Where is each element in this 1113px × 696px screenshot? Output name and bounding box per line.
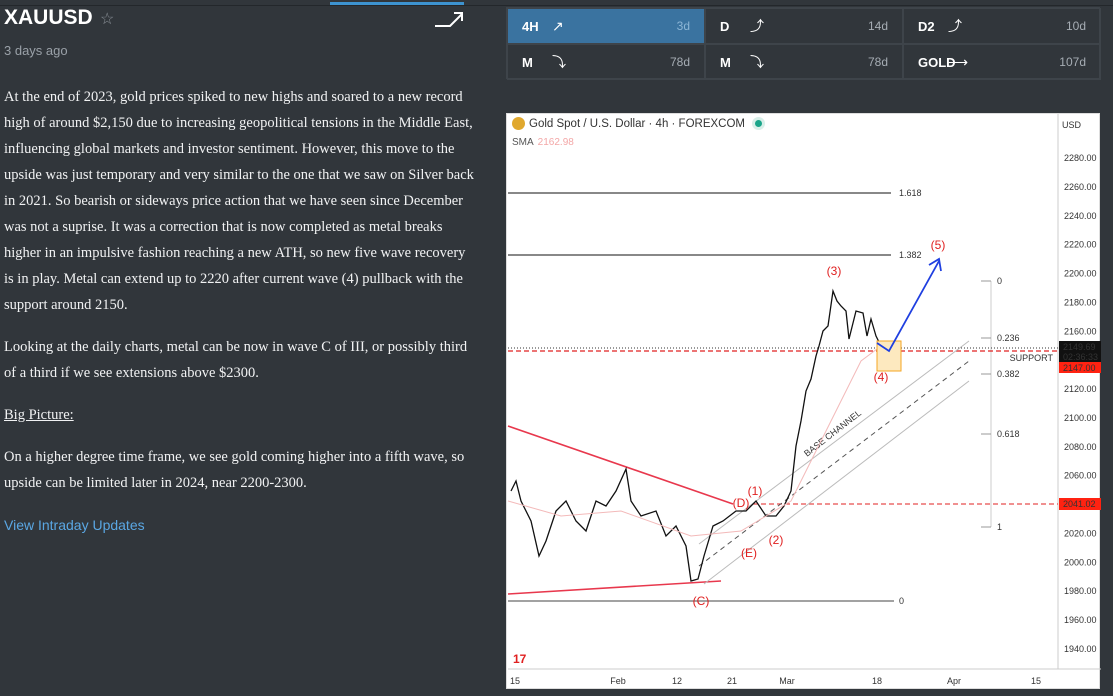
view-intraday-updates-link[interactable]: View Intraday Updates [4,517,145,533]
price-tick: 2020.00 [1064,528,1097,538]
trend-icon: ⤵ [750,54,764,70]
channel-label: BASE CHANNEL [802,408,863,459]
currency-label: USD [1061,120,1081,130]
star-icon[interactable]: ☆ [100,9,114,29]
fib-retracement-label: 0.382 [997,369,1020,379]
timeframe-label: 4H [522,18,539,34]
active-tab-indicator [330,2,464,5]
price-tick: 2200.00 [1064,269,1097,279]
time-tick: 12 [672,676,682,686]
price-tick: 2060.00 [1064,471,1097,481]
wave-label: (D) [733,496,750,510]
level-price: 2041.02 [1063,499,1096,509]
time-tick: 21 [727,676,737,686]
price-tick: 2220.00 [1064,240,1097,250]
time-tick: Apr [947,676,961,686]
timeframe-label: M [720,54,731,70]
support-price: 2147.00 [1063,363,1096,373]
trend-icon: ⤵ [552,54,566,70]
price-tick: 2120.00 [1064,384,1097,394]
fib-extension-label: 1.618 [899,188,922,198]
paragraph: On a higher degree time frame, we see go… [4,449,465,491]
timeframe-label: D2 [918,18,935,34]
wave-label: (3) [827,264,842,278]
timeframe-age: 3d [676,19,690,33]
timeframe-age: 78d [669,55,690,69]
channel-line [698,340,970,545]
top-divider [0,5,1113,6]
timeframe-m[interactable]: M ⤵ 78d [507,44,705,80]
fib-retracement-label: 1 [997,522,1002,532]
timeframe-gold[interactable]: GOLD ⟶ 107d [903,44,1101,80]
price-tick: 2280.00 [1064,153,1097,163]
time-tick: Mar [779,676,795,686]
fib-retracement-label: 0 [997,276,1002,286]
trendline [507,425,734,505]
fib-extension-label: 1.382 [899,250,922,260]
tradingview-logo: 17 [513,652,527,666]
timeframe-4h[interactable]: 4H ↗ 3d [507,8,705,44]
wave-label: (1) [748,484,763,498]
time-tick: 18 [872,676,882,686]
wave-label: (5) [931,238,946,252]
price-tick: 2100.00 [1064,413,1097,423]
sma-legend: SMA 2162.98 [512,137,574,148]
fib-retracement-label: 0.236 [997,333,1020,343]
wave-label: (4) [874,370,889,384]
fib-retracement-label: 0.618 [997,429,1020,439]
price-tick: 2160.00 [1064,326,1097,336]
time-tick: Feb [610,676,626,686]
wave-label: (2) [769,533,784,547]
price-tick: 1960.00 [1064,615,1097,625]
channel-mid-line [698,360,970,567]
section-heading: Big Picture: [4,407,74,423]
trend-icon: ⟶ [948,53,969,70]
timeframe-label: GOLD [918,54,956,70]
timeframe-age: 107d [1059,55,1086,69]
timeframe-age: 14d [867,19,888,33]
chart-header: Gold Spot / U.S. Dollar · 4h · FOREXCOM [512,117,763,130]
price-tick: 1980.00 [1064,586,1097,596]
projection-arrow [876,260,940,353]
price-tick: 2000.00 [1064,557,1097,567]
candle-countdown: 02:36:33 [1063,352,1098,362]
paragraph: Looking at the daily charts, metal can b… [4,339,468,381]
chart-canvas: 2280.00 2260.00 2240.00 2220.00 2200.00 2180.… [507,114,1101,686]
price-tick: 2240.00 [1064,211,1097,221]
price-tick: 2260.00 [1064,182,1097,192]
timeframe-label: D [720,18,730,34]
timeframe-label: M [522,54,533,70]
timeframe-d[interactable]: D ⤴ 14d [705,8,903,44]
trend-icon: ⤴ [750,18,764,34]
timeframe-m[interactable]: M ⤵ 78d [705,44,903,80]
time-tick: 15 [1031,676,1041,686]
price-tick: 2080.00 [1064,442,1097,452]
chart-title: Gold Spot / U.S. Dollar · 4h · FOREXCOM [529,117,746,130]
paragraph: At the end of 2023, gold prices spiked t… [4,89,474,313]
trend-up-arrow-icon[interactable] [434,10,464,28]
market-open-icon [755,120,763,127]
timeframe-age: 78d [867,55,888,69]
last-price: 2149.69 [1063,342,1096,352]
support-label: SUPPORT [1010,353,1054,363]
fib-extension-label: 0 [899,596,904,606]
symbol-title: XAUUSD [4,6,93,29]
wave-label: (E) [741,546,757,560]
price-tick: 2180.00 [1064,297,1097,307]
time-tick: 15 [510,676,520,686]
trend-icon: ↗ [552,17,564,34]
wave-label: (C) [693,594,710,608]
price-tick: 1940.00 [1064,644,1097,654]
timeframe-d2[interactable]: D2 ⤴ 10d [903,8,1101,44]
trend-icon: ⤴ [948,18,962,34]
trendline [507,580,722,595]
timestamp: 3 days ago [4,43,68,58]
timeframe-age: 10d [1065,19,1086,33]
timeframe-grid: 4H ↗ 3d D ⤴ 14d D2 ⤴ 10d M ⤵ 78d M ⤵ 78d GOLD ⟶ 107d [506,7,1101,80]
chart-image[interactable]: 2280.00 2260.00 2240.00 2220.00 2200.00 2180.… [506,113,1101,689]
gold-coin-icon [512,117,525,130]
article-body: At the end of 2023, gold prices spiked t… [4,84,474,539]
